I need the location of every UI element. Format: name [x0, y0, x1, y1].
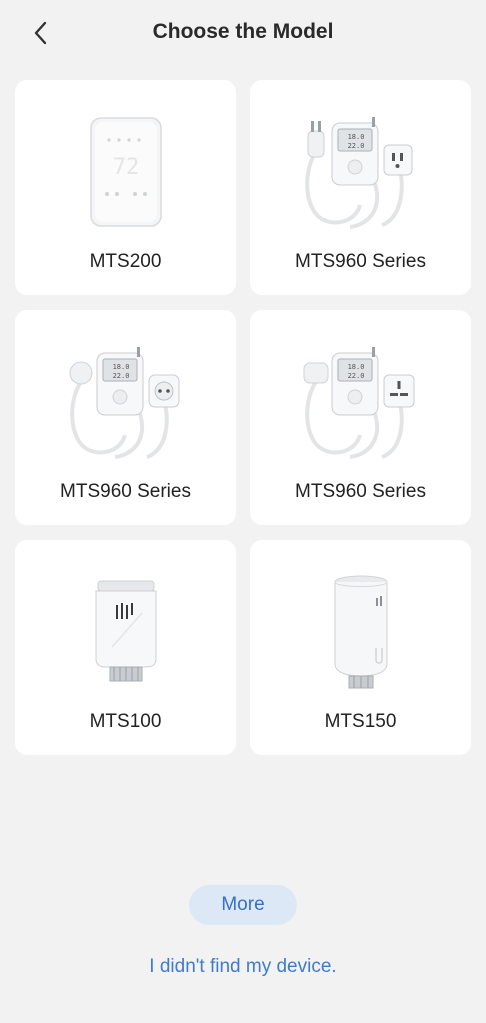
model-label: MTS960 Series [295, 481, 426, 502]
svg-text:72: 72 [112, 155, 139, 180]
svg-text:22.0: 22.0 [347, 372, 364, 380]
model-card-mts960-eu[interactable]: 18.0 22.0 MTS960 Series [15, 310, 236, 525]
svg-text:18.0: 18.0 [347, 133, 364, 141]
more-button[interactable]: More [189, 885, 297, 925]
device-not-found-link[interactable]: I didn't find my device. [0, 956, 486, 978]
svg-text:22.0: 22.0 [112, 372, 129, 380]
wall-thermostat-image: 72 [15, 102, 236, 242]
plug-thermostat-uk-image: 18.0 22.0 [250, 332, 471, 472]
page-title: Choose the Model [152, 20, 334, 43]
radiator-valve-image [15, 562, 236, 702]
model-grid: 72 MTS200 18.0 22.0 MTS960 Series 18.0 2… [15, 80, 471, 755]
svg-text:18.0: 18.0 [112, 363, 129, 371]
model-card-mts150[interactable]: MTS150 [250, 540, 471, 755]
model-card-mts960-uk[interactable]: 18.0 22.0 MTS960 Series [250, 310, 471, 525]
svg-text:22.0: 22.0 [347, 142, 364, 150]
plug-thermostat-eu-image: 18.0 22.0 [15, 332, 236, 472]
model-label: MTS150 [324, 711, 397, 732]
model-label: MTS960 Series [60, 481, 191, 502]
model-card-mts960-us[interactable]: 18.0 22.0 MTS960 Series [250, 80, 471, 295]
model-label: MTS960 Series [295, 251, 426, 272]
choose-model-screen: Choose the Model 72 MTS200 18.0 22.0 MTS… [0, 0, 486, 1023]
model-label: MTS200 [89, 251, 162, 272]
header: Choose the Model [0, 0, 486, 66]
model-label: MTS100 [89, 711, 162, 732]
model-card-mts200[interactable]: 72 MTS200 [15, 80, 236, 295]
radiator-valve-round-image [250, 562, 471, 702]
svg-text:18.0: 18.0 [347, 363, 364, 371]
plug-thermostat-us-image: 18.0 22.0 [250, 102, 471, 242]
model-card-mts100[interactable]: MTS100 [15, 540, 236, 755]
